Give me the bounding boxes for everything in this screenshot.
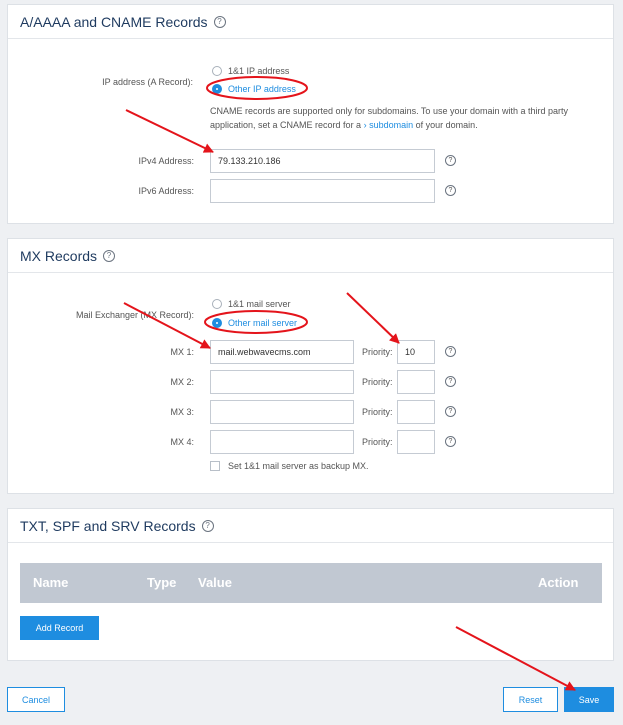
backup-mx-checkbox[interactable] [210, 461, 220, 471]
mx1-label: MX 1: [170, 347, 194, 357]
radio-1and1-mail[interactable]: 1&1 mail server [212, 299, 291, 309]
radio-1and1-ip-circle[interactable] [212, 66, 222, 76]
chevron-right-icon: › [363, 120, 367, 130]
radio-1and1-mail-label[interactable]: 1&1 mail server [228, 299, 291, 309]
ipv6-help-icon[interactable]: ? [445, 185, 456, 196]
mx2-label: MX 2: [170, 377, 194, 387]
radio-other-mail-circle[interactable] [212, 318, 222, 328]
mx1-input[interactable] [210, 340, 354, 364]
cname-info: CNAME records are supported only for sub… [210, 104, 568, 132]
ipv6-label: IPv6 Address: [138, 186, 194, 196]
column-name: Name [33, 575, 69, 590]
ipv6-input[interactable] [210, 179, 435, 203]
help-icon[interactable]: ? [213, 15, 226, 28]
cname-info-line2: application, set a CNAME record for a › … [210, 118, 568, 132]
ipv4-help-icon[interactable]: ? [445, 155, 456, 166]
radio-other-ip[interactable]: Other IP address [212, 84, 296, 94]
mx4-label: MX 4: [170, 437, 194, 447]
mx3-label: MX 3: [170, 407, 194, 417]
mx4-input[interactable] [210, 430, 354, 454]
mx4-help-icon[interactable]: ? [445, 436, 456, 447]
mx3-priority-label: Priority: [362, 407, 393, 417]
save-button[interactable]: Save [564, 687, 614, 712]
radio-other-mail-label[interactable]: Other mail server [228, 318, 297, 328]
radio-other-ip-circle[interactable] [212, 84, 222, 94]
mx-records-title: MX Records [20, 247, 98, 264]
mx1-priority-input[interactable] [397, 340, 435, 364]
mx4-priority-input[interactable] [397, 430, 435, 454]
mx2-priority-input[interactable] [397, 370, 435, 394]
mx2-help-icon[interactable]: ? [445, 376, 456, 387]
footer-bar: Cancel Reset Save [0, 674, 623, 725]
ipv4-input[interactable] [210, 149, 435, 173]
subdomain-link[interactable]: subdomain [369, 120, 413, 130]
backup-mx-label[interactable]: Set 1&1 mail server as backup MX. [228, 461, 369, 471]
add-record-button[interactable]: Add Record [20, 616, 99, 640]
mx4-priority-label: Priority: [362, 437, 393, 447]
mx3-input[interactable] [210, 400, 354, 424]
radio-other-mail[interactable]: Other mail server [212, 318, 297, 328]
mx3-priority-input[interactable] [397, 400, 435, 424]
help-icon[interactable]: ? [201, 519, 214, 532]
reset-button[interactable]: Reset [503, 687, 558, 712]
radio-1and1-ip-label[interactable]: 1&1 IP address [228, 66, 289, 76]
cancel-button[interactable]: Cancel [7, 687, 65, 712]
dns-records-panel: A/AAAA and CNAME Records ? IP address (A… [7, 4, 614, 224]
column-value: Value [198, 575, 232, 590]
txt-records-panel: TXT, SPF and SRV Records ? Name Type Val… [7, 508, 614, 661]
mx-records-panel: MX Records ? Mail Exchanger (MX Record):… [7, 238, 614, 494]
cname-info-prefix: application, set a CNAME record for a [210, 120, 362, 130]
mx2-input[interactable] [210, 370, 354, 394]
txt-records-title: TXT, SPF and SRV Records [20, 517, 196, 534]
dns-records-title: A/AAAA and CNAME Records [20, 13, 208, 30]
radio-other-ip-label[interactable]: Other IP address [228, 84, 296, 94]
cname-info-suffix: of your domain. [415, 120, 478, 130]
cname-info-line1: CNAME records are supported only for sub… [210, 106, 569, 116]
help-icon[interactable]: ? [103, 249, 116, 262]
dns-records-header: A/AAAA and CNAME Records ? [8, 5, 613, 39]
mx3-help-icon[interactable]: ? [445, 406, 456, 417]
mail-exchanger-label: Mail Exchanger (MX Record): [75, 310, 194, 320]
radio-1and1-mail-circle[interactable] [212, 299, 222, 309]
radio-1and1-ip[interactable]: 1&1 IP address [212, 66, 289, 76]
mx-records-header: MX Records ? [8, 239, 613, 273]
ip-address-label: IP address (A Record): [102, 77, 193, 87]
ipv4-label: IPv4 Address: [138, 156, 194, 166]
records-table-header: Name Type Value Action [20, 563, 602, 603]
column-type: Type [147, 575, 177, 590]
backup-mx-option[interactable]: Set 1&1 mail server as backup MX. [210, 461, 369, 471]
txt-records-header: TXT, SPF and SRV Records ? [8, 509, 613, 543]
mx1-help-icon[interactable]: ? [445, 346, 456, 357]
mx1-priority-label: Priority: [362, 347, 393, 357]
column-action: Action [538, 575, 579, 590]
mx2-priority-label: Priority: [362, 377, 393, 387]
